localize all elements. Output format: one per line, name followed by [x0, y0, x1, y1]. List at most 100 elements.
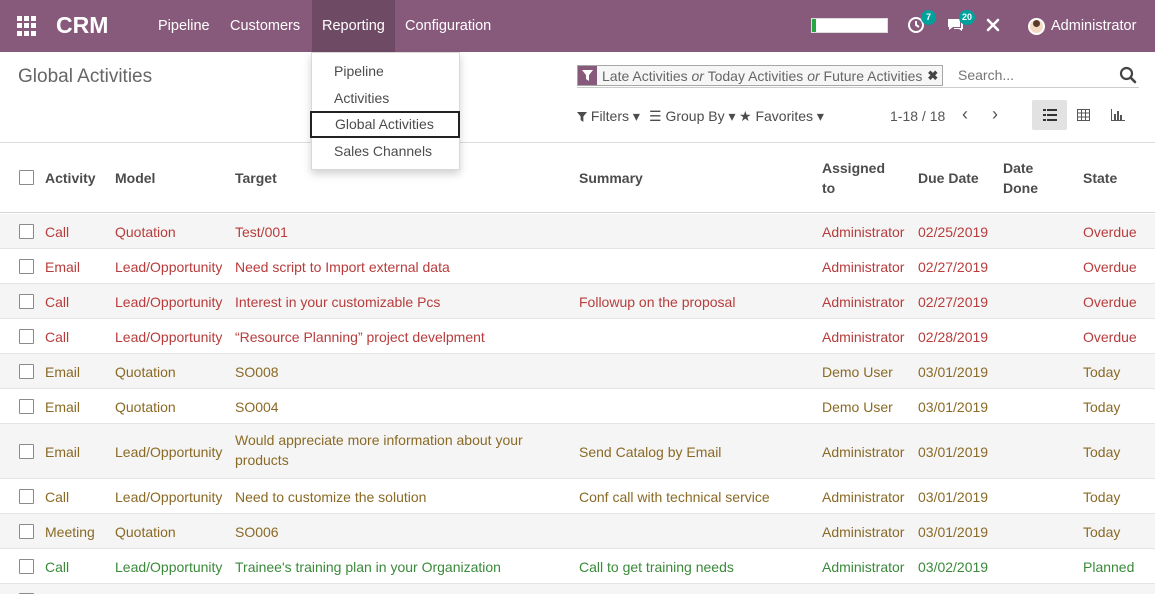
search-facet: Late Activities or Today Activities or F… [577, 65, 944, 86]
list-view-icon[interactable] [1032, 100, 1067, 130]
chevron-right-icon[interactable]: › [992, 104, 998, 125]
table-row[interactable]: Email Lead/Opportunity Would appreciate mo… [0, 424, 1155, 479]
funnel-icon [577, 112, 587, 122]
table-row[interactable]: Call Lead/Opportunity “Resource Planning” … [0, 319, 1155, 354]
cell-due-date: 03/01/2019 [918, 444, 989, 460]
row-checkbox[interactable] [19, 294, 34, 309]
funnel-icon [578, 66, 597, 85]
row-checkbox[interactable] [19, 364, 34, 379]
messages-count-badge: 20 [958, 10, 975, 25]
cell-activity: Email [45, 364, 81, 380]
cell-state: Today [1083, 524, 1121, 540]
cell-summary: Call to get training needs [579, 559, 734, 575]
cell-target: Would appreciate more information about … [235, 432, 523, 468]
activity-count-badge: 7 [921, 10, 936, 25]
cell-state: Today [1083, 364, 1121, 380]
graph-view-icon[interactable] [1100, 100, 1135, 130]
cell-due-date: 02/28/2019 [918, 329, 989, 345]
dropdown-item-sales-channels[interactable]: Sales Channels [312, 138, 459, 165]
cell-model: Quotation [115, 364, 176, 380]
table-row[interactable]: Call Lead/Opportunity Trainee's training p… [0, 549, 1155, 584]
cell-due-date: 02/27/2019 [918, 294, 989, 310]
col-target[interactable]: Target [235, 168, 277, 188]
cell-model: Lead/Opportunity [115, 489, 223, 505]
table-row[interactable]: Email Quotation SO004 Demo User 03/01/2019 To… [0, 389, 1155, 424]
onboarding-progress-bar[interactable] [811, 18, 888, 33]
col-state[interactable]: State [1083, 168, 1117, 188]
cell-model: Lead/Opportunity [115, 294, 223, 310]
cell-model: Lead/Opportunity [115, 259, 223, 275]
pager-value[interactable]: 1-18 / 18 [890, 108, 945, 124]
dropdown-item-global-activities[interactable]: Global Activities [310, 111, 460, 138]
row-checkbox[interactable] [19, 224, 34, 239]
cell-target: Interest in your customizable Pcs [235, 294, 441, 310]
cell-activity: Call [45, 559, 70, 575]
col-date-done[interactable]: Date Done [1003, 158, 1053, 198]
table-row[interactable]: Call Quotation Test/001 Administrator 02/25/… [0, 214, 1155, 249]
cell-activity: Email [45, 399, 81, 415]
filters-button[interactable]: Filters ▾ [577, 108, 640, 125]
table-row[interactable]: Call Lead/Opportunity Need to customize th… [0, 479, 1155, 514]
row-checkbox[interactable] [19, 399, 34, 414]
menu-configuration[interactable]: Configuration [395, 0, 501, 52]
cell-assigned-to: Administrator [822, 259, 905, 275]
col-summary[interactable]: Summary [579, 168, 643, 188]
cell-due-date: 02/25/2019 [918, 224, 989, 240]
cell-state: Overdue [1083, 329, 1137, 345]
apps-grid-icon[interactable] [17, 16, 37, 36]
chat-icon[interactable]: 20 [944, 10, 975, 38]
cell-assigned-to: Administrator [822, 524, 905, 540]
table-row[interactable]: Meeting Quotation SO006 Administrator 03/01/… [0, 514, 1155, 549]
menu-reporting[interactable]: Reporting [312, 0, 395, 52]
search-input[interactable] [958, 67, 1108, 83]
cross-tools-icon[interactable] [982, 17, 1004, 39]
cell-summary: Followup on the proposal [579, 294, 736, 310]
cell-state: Overdue [1083, 224, 1137, 240]
table-row[interactable]: Call Lead/Opportunity Interest in your cus… [0, 284, 1155, 319]
pivot-view-icon[interactable] [1066, 100, 1101, 130]
cell-due-date: 02/27/2019 [918, 259, 989, 275]
cell-activity: Call [45, 329, 70, 345]
user-menu[interactable]: Administrator [1028, 0, 1136, 52]
table-row[interactable]: Email Lead/Opportunity Need script to Impo… [0, 249, 1155, 284]
favorites-button[interactable]: ★ Favorites ▾ [739, 108, 824, 125]
chevron-left-icon[interactable]: ‹ [962, 104, 968, 125]
col-assigned-to[interactable]: Assigned to [822, 158, 892, 198]
col-due-date[interactable]: Due Date [918, 168, 979, 188]
col-model[interactable]: Model [115, 168, 155, 188]
dropdown-item-pipeline[interactable]: Pipeline [312, 58, 459, 85]
facet-remove-icon[interactable]: ✖ [927, 68, 942, 84]
cell-model: Quotation [115, 399, 176, 415]
row-checkbox[interactable] [19, 524, 34, 539]
cell-state: Today [1083, 489, 1121, 505]
cell-target: Need to customize the solution [235, 489, 427, 505]
menu-pipeline[interactable]: Pipeline [148, 0, 220, 52]
activity-clock-icon[interactable]: 7 [905, 10, 936, 38]
table-row[interactable]: Email Quotation SO008 Demo User 03/01/2019 To… [0, 354, 1155, 389]
row-checkbox[interactable] [19, 444, 34, 459]
cell-activity: Call [45, 489, 70, 505]
row-checkbox[interactable] [19, 259, 34, 274]
group-by-button[interactable]: ☰ Group By ▾ [649, 108, 736, 125]
select-all-checkbox[interactable] [19, 170, 34, 185]
cell-state: Overdue [1083, 294, 1137, 310]
row-checkbox[interactable] [19, 559, 34, 574]
cell-summary: Conf call with technical service [579, 489, 770, 505]
row-checkbox[interactable] [19, 489, 34, 504]
cell-model: Quotation [115, 224, 176, 240]
cell-due-date: 03/01/2019 [918, 524, 989, 540]
cell-model: Lead/Opportunity [115, 559, 223, 575]
dropdown-item-activities[interactable]: Activities [312, 85, 459, 112]
row-checkbox[interactable] [19, 329, 34, 344]
magnifier-icon[interactable] [1119, 66, 1137, 84]
facet-values: Late Activities or Today Activities or F… [602, 67, 923, 84]
menu-customers[interactable]: Customers [220, 0, 310, 52]
cell-state: Today [1083, 399, 1121, 415]
cell-assigned-to: Administrator [822, 489, 905, 505]
table-row[interactable] [0, 584, 1155, 594]
col-activity[interactable]: Activity [45, 168, 96, 188]
cell-model: Quotation [115, 524, 176, 540]
top-navbar: CRM Pipeline Customers Reporting Configu… [0, 0, 1155, 52]
user-name: Administrator [1051, 18, 1137, 34]
app-brand[interactable]: CRM [56, 12, 108, 39]
